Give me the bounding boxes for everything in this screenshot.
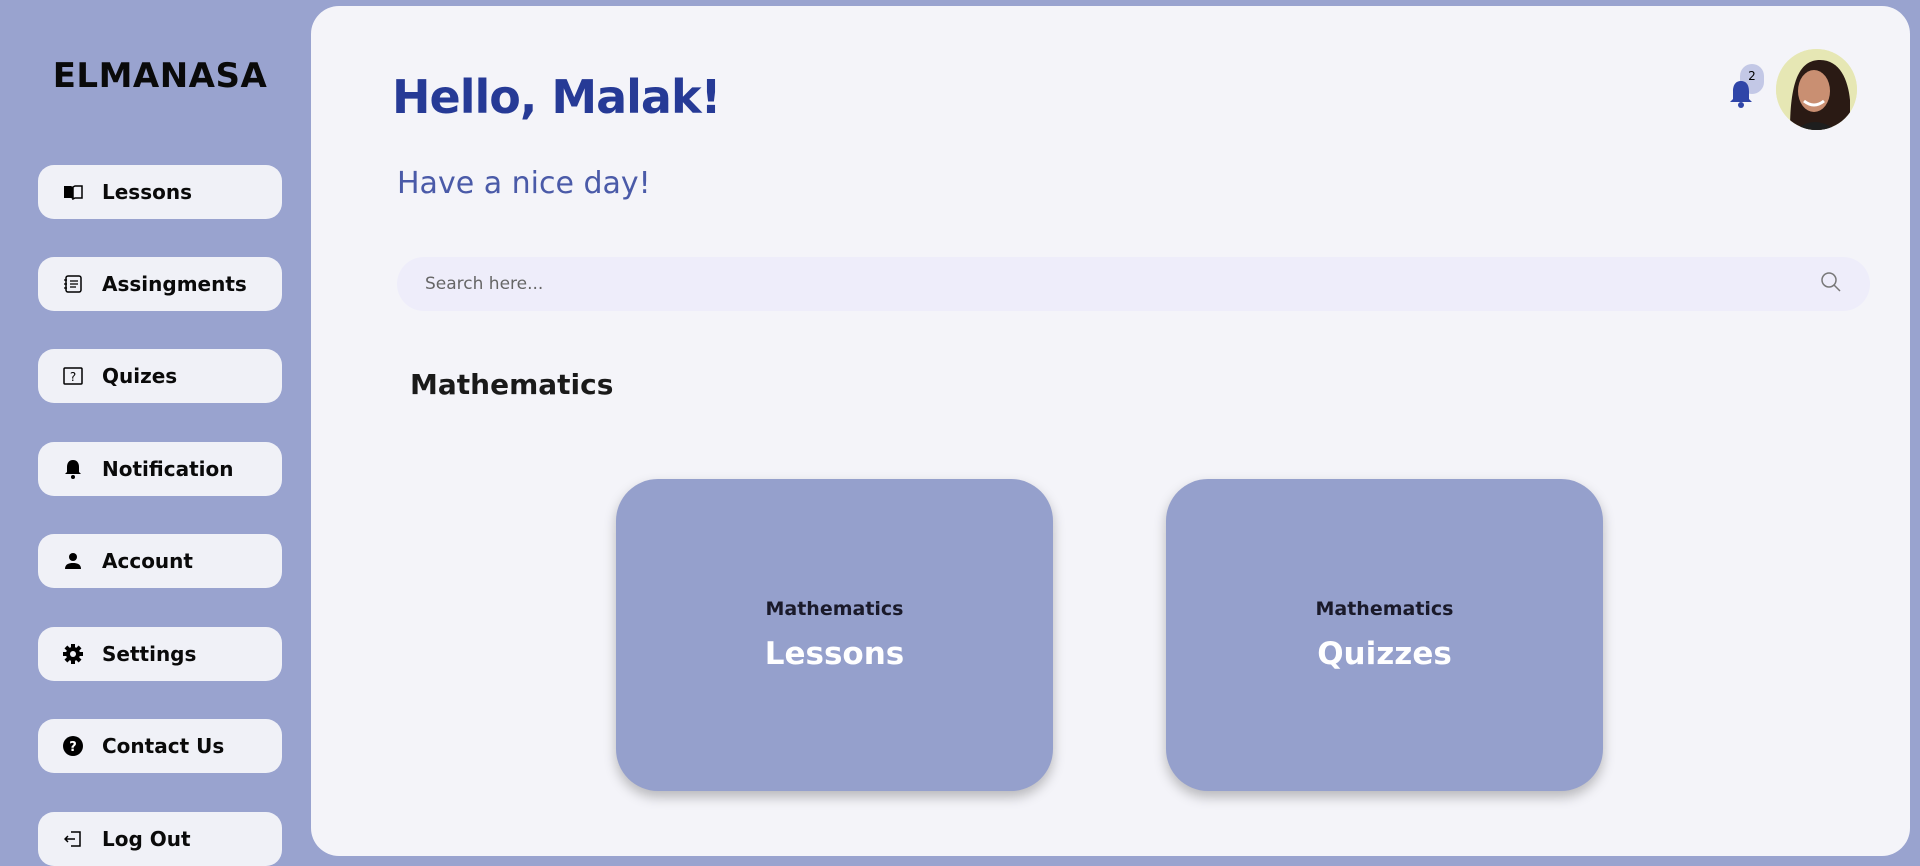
sidebar-item-quizes[interactable]: ? Quizes — [38, 349, 282, 403]
search-input[interactable] — [425, 274, 1820, 294]
card-title: Quizzes — [1317, 636, 1452, 672]
sidebar-item-settings[interactable]: Settings — [38, 627, 282, 681]
logout-icon — [62, 828, 84, 850]
sidebar-item-lessons[interactable]: Lessons — [38, 165, 282, 219]
sidebar-item-label: Log Out — [102, 827, 191, 851]
assignment-icon — [62, 273, 84, 295]
sidebar-item-label: Contact Us — [102, 734, 225, 758]
notification-bell-icon[interactable] — [1727, 68, 1767, 108]
avatar[interactable] — [1776, 49, 1857, 130]
sidebar-item-label: Lessons — [102, 180, 192, 204]
lessons-card[interactable]: Mathematics Lessons — [616, 479, 1053, 791]
greeting-subtitle: Have a nice day! — [397, 166, 651, 201]
question-box-icon: ? — [62, 365, 84, 387]
search-bar — [397, 257, 1870, 311]
brand-logo: ELMANASA — [52, 56, 268, 96]
card-title: Lessons — [764, 636, 905, 672]
book-icon — [62, 181, 84, 203]
section-title: Mathematics — [410, 368, 614, 401]
sidebar-item-label: Assingments — [102, 272, 247, 296]
sidebar-item-label: Settings — [102, 642, 197, 666]
sidebar-item-label: Notification — [102, 457, 234, 481]
card-subject: Mathematics — [765, 598, 904, 620]
quizzes-card[interactable]: Mathematics Quizzes — [1166, 479, 1603, 791]
gear-icon — [62, 643, 84, 665]
bell-icon — [62, 458, 84, 480]
user-icon — [62, 550, 84, 572]
card-subject: Mathematics — [1315, 598, 1454, 620]
sidebar-item-account[interactable]: Account — [38, 534, 282, 588]
greeting-title: Hello, Malak! — [392, 70, 722, 124]
sidebar-item-assignments[interactable]: Assingments — [38, 257, 282, 311]
svg-text:?: ? — [70, 370, 76, 384]
search-icon[interactable] — [1820, 271, 1842, 297]
sidebar-item-label: Account — [102, 549, 193, 573]
sidebar-item-log-out[interactable]: Log Out — [38, 812, 282, 866]
sidebar-item-label: Quizes — [102, 364, 178, 388]
svg-text:?: ? — [69, 740, 77, 755]
main-panel: Hello, Malak! Have a nice day! Mathemati… — [311, 6, 1910, 856]
help-circle-icon: ? — [62, 735, 84, 757]
sidebar-item-contact-us[interactable]: ? Contact Us — [38, 719, 282, 773]
sidebar-item-notification[interactable]: Notification — [38, 442, 282, 496]
